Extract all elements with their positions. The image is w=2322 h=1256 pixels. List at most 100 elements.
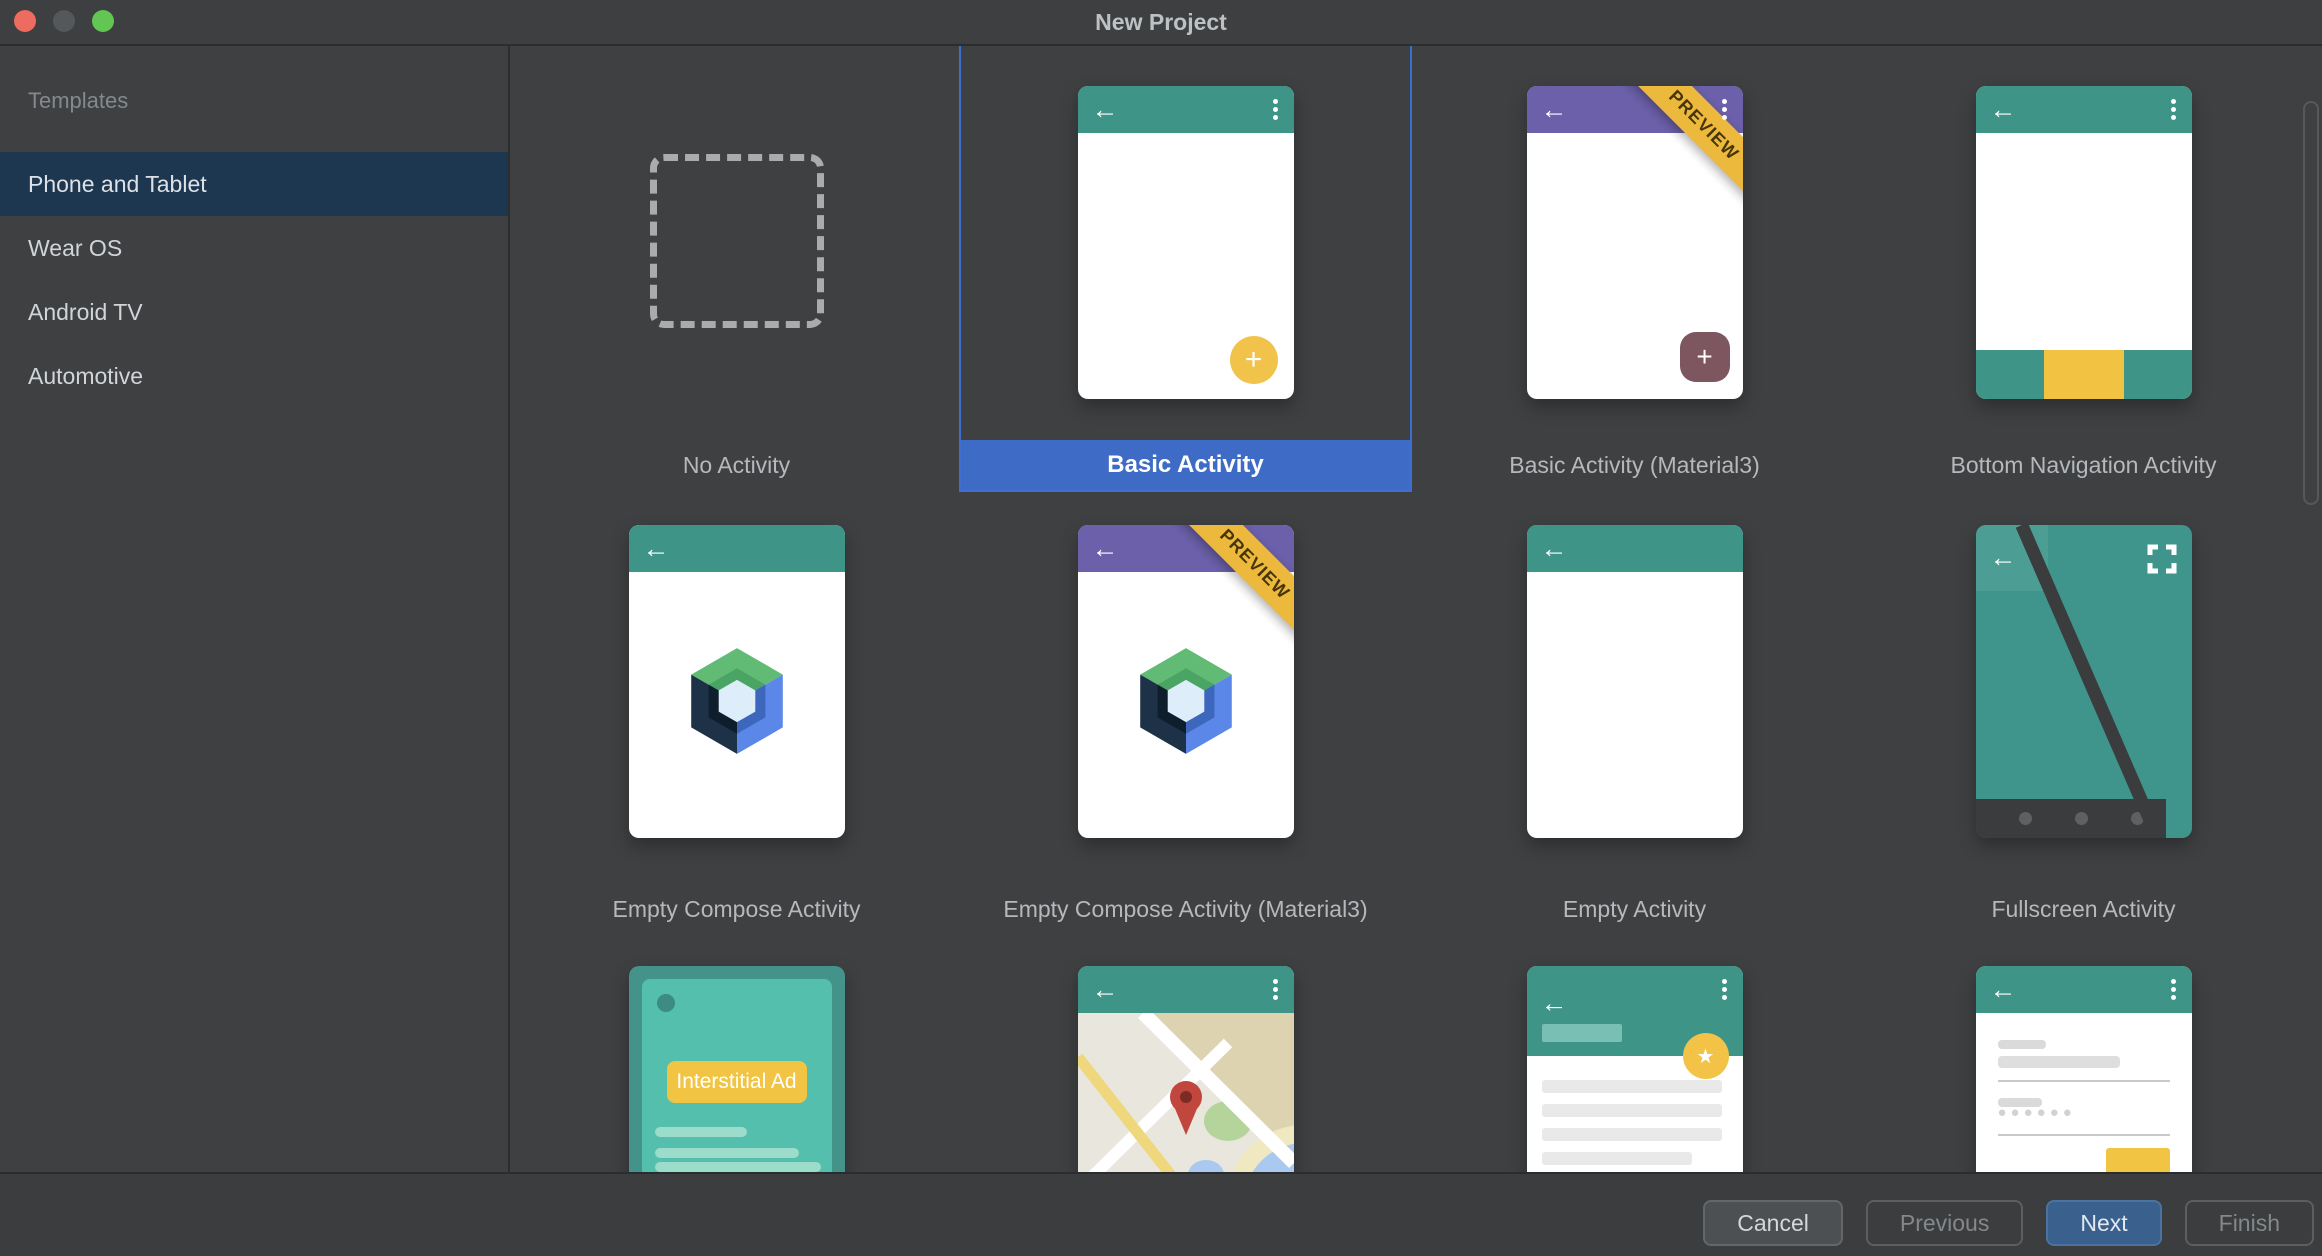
phone-preview: Interstitial Ad [629,966,845,1172]
interstitial-ad-badge: Interstitial Ad [667,1061,807,1103]
finish-button[interactable]: Finish [2185,1200,2314,1246]
template-card-empty-compose-activity[interactable]: ← Empty Compose Activity [512,490,961,934]
back-arrow-icon: ← [643,535,670,562]
back-arrow-icon: ← [1092,96,1119,123]
dialog-footer: Cancel Previous Next Finish [0,1172,2322,1256]
title-placeholder [1542,1024,1622,1042]
phone-preview: ← [1976,525,2192,838]
template-card-maps-activity[interactable]: ← [961,934,1410,1172]
phone-preview: ← ★ [1527,966,1743,1172]
app-bar: ← [1976,966,2192,1013]
template-card-no-activity[interactable]: No Activity [512,46,961,490]
sidebar-item-wear-os[interactable]: Wear OS [0,216,508,280]
field-label-placeholder [1998,1040,2046,1049]
phone-preview: ← [1527,525,1743,838]
template-label: Empty Compose Activity [512,884,961,934]
text-placeholder-line [1542,1104,1722,1117]
kebab-menu-icon [1273,99,1278,104]
template-label: Basic Activity [961,440,1410,490]
compose-logo-icon [691,648,783,754]
text-placeholder-line [655,1127,747,1137]
back-arrow-icon: ← [1541,535,1568,562]
text-placeholder-line [1542,1152,1692,1165]
kebab-menu-icon [2171,979,2176,984]
diagonal-stripe [2015,525,2162,838]
template-label: No Activity [512,440,961,490]
phone-preview: ← [629,525,845,838]
input-placeholder [1998,1056,2120,1068]
template-card-fullscreen-activity[interactable]: ← Fullscreen Activity [1859,490,2308,934]
back-arrow-icon: ← [1541,990,1568,1017]
template-card-basic-activity-material3[interactable]: ← PREVIEW + Basic Activity (Material3) [1410,46,1859,490]
template-label: Fullscreen Activity [1859,884,2308,934]
ad-screen: Interstitial Ad [642,979,832,1172]
template-card-login-activity[interactable]: ← ●●●●●● [1859,934,2308,1172]
app-bar: ← [1078,86,1294,133]
field-underline [1998,1134,2170,1136]
fab-star-icon: ★ [1683,1033,1729,1079]
wizard-buttons: Cancel Previous Next Finish [1703,1200,2314,1246]
dialog-title: New Project [0,0,2322,44]
previous-button[interactable]: Previous [1866,1200,2023,1246]
next-button[interactable]: Next [2046,1200,2161,1246]
compose-logo-icon [1140,648,1232,754]
fab-plus-icon: + [1230,336,1278,384]
field-underline [1998,1080,2170,1082]
template-card-empty-compose-activity-material3[interactable]: ← PREVIEW Empty Compose Activity (Materi… [961,490,1410,934]
fab-plus-icon: + [1680,332,1730,382]
template-card-empty-activity[interactable]: ← Empty Activity [1410,490,1859,934]
template-card-ad-activity[interactable]: Interstitial Ad [512,934,961,1172]
fullscreen-icon [2146,543,2178,575]
sidebar-header: Templates [28,88,508,114]
back-arrow-icon: ← [1092,535,1119,562]
nav-segment-selected [2044,350,2124,399]
kebab-menu-icon [1722,979,1727,984]
nav-dots-icon [2019,812,2032,825]
template-grid: No Activity ← + Basic Activity ← PREVIEW [512,46,2322,1172]
title-bar: New Project [0,0,2322,46]
bottom-nav-bar [1976,350,2192,399]
text-placeholder-line [1542,1128,1722,1141]
password-dots: ●●●●●● [1998,1104,2076,1121]
vertical-scrollbar[interactable] [2303,101,2319,505]
back-arrow-icon: ← [1541,96,1568,123]
no-activity-placeholder-icon [650,154,824,328]
templates-sidebar: Templates Phone and Tablet Wear OS Andro… [0,46,510,1172]
sidebar-item-android-tv[interactable]: Android TV [0,280,508,344]
back-arrow-icon: ← [1990,96,2017,123]
text-placeholder-line [655,1162,821,1172]
template-card-basic-activity[interactable]: ← + Basic Activity [961,46,1410,490]
back-arrow-icon: ← [1990,976,2017,1003]
app-bar: ← [1527,525,1743,572]
phone-preview: ← ●●●●●● [1976,966,2192,1172]
map-graphic [1078,1013,1294,1172]
back-arrow-icon: ← [1990,545,2017,572]
kebab-menu-icon [1273,979,1278,984]
sign-in-button-placeholder [2106,1148,2170,1172]
template-label: Empty Activity [1410,884,1859,934]
text-placeholder-line [655,1148,799,1158]
phone-preview: ← [1976,86,2192,399]
kebab-menu-icon [1722,99,1727,104]
phone-preview: ← [1078,966,1294,1172]
sidebar-item-automotive[interactable]: Automotive [0,344,508,408]
text-placeholder-line [1542,1080,1722,1093]
template-label: Basic Activity (Material3) [1410,440,1859,490]
back-arrow-icon: ← [1092,976,1119,1003]
template-label: Bottom Navigation Activity [1859,440,2308,490]
kebab-menu-icon [2171,99,2176,104]
nav-segment [1976,350,2044,399]
template-gallery: No Activity ← + Basic Activity ← PREVIEW [512,46,2322,1172]
sidebar-item-phone-and-tablet[interactable]: Phone and Tablet [0,152,508,216]
phone-preview: ← + [1078,86,1294,399]
phone-preview: ← PREVIEW + [1527,86,1743,399]
nav-segment [2124,350,2192,399]
app-bar: ← [629,525,845,572]
camera-dot-icon [657,994,675,1012]
app-bar: ← [1078,966,1294,1013]
template-card-scrolling-activity[interactable]: ← ★ [1410,934,1859,1172]
template-card-bottom-navigation-activity[interactable]: ← Bottom Navigation Activity [1859,46,2308,490]
app-bar: ← [1976,86,2192,133]
phone-preview: ← PREVIEW [1078,525,1294,838]
cancel-button[interactable]: Cancel [1703,1200,1843,1246]
